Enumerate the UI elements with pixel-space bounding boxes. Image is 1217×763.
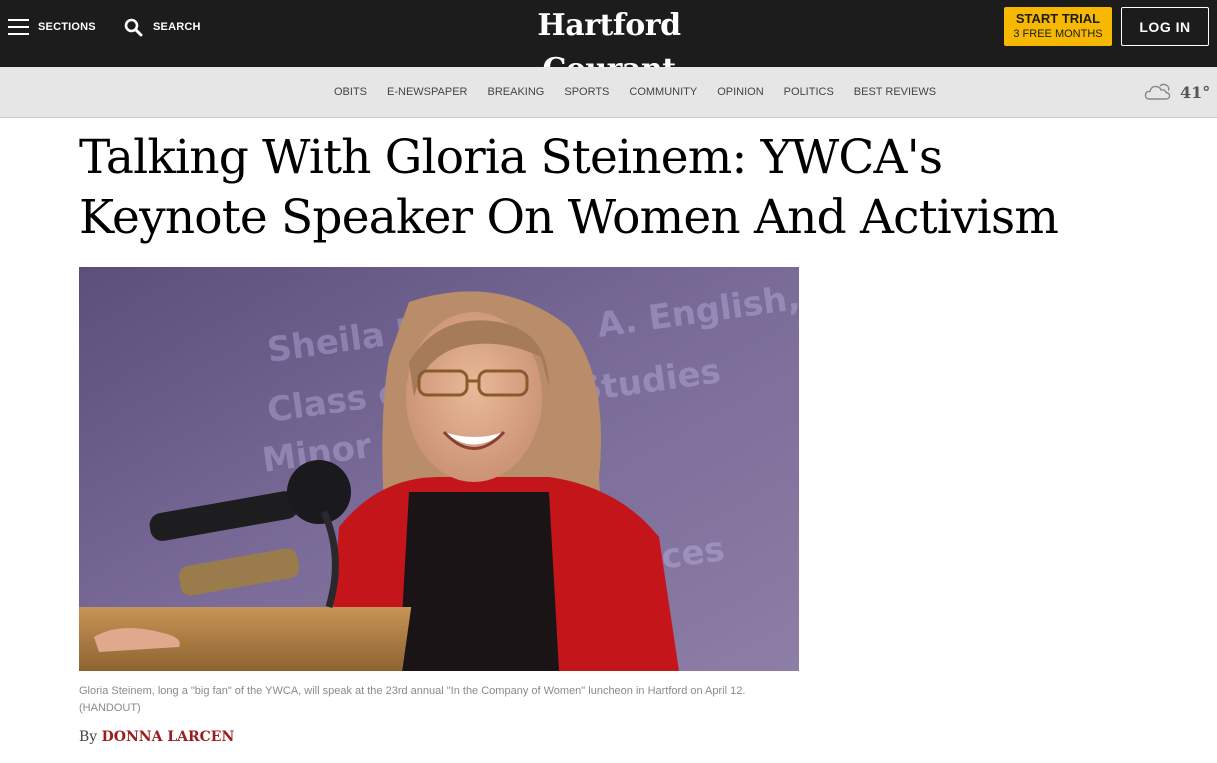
nav-item-breaking[interactable]: BREAKING (478, 86, 555, 98)
nav-item-obits[interactable]: OBITS (324, 86, 377, 98)
nav-item-opinion[interactable]: OPINION (707, 86, 773, 98)
weather-widget[interactable]: 41° (1144, 79, 1210, 105)
section-nav-bar: OBITS E-NEWSPAPER BREAKING SPORTS COMMUN… (0, 67, 1217, 118)
search-icon (124, 18, 143, 36)
nav-item-sports[interactable]: SPORTS (554, 86, 619, 98)
byline-prefix: By (79, 729, 98, 745)
section-nav-list: OBITS E-NEWSPAPER BREAKING SPORTS COMMUN… (324, 67, 946, 117)
hartford-courant-logo[interactable]: Hartford Courant (470, 4, 748, 87)
author-link[interactable]: DONNA LARCEN (102, 729, 235, 745)
nav-item-best-reviews[interactable]: BEST REVIEWS (844, 86, 946, 98)
start-trial-button[interactable]: START TRIAL 3 FREE MONTHS (1004, 7, 1112, 46)
nav-item-politics[interactable]: POLITICS (774, 86, 844, 98)
article-byline: By DONNA LARCEN (79, 729, 234, 745)
free-months-label: 3 FREE MONTHS (1013, 28, 1103, 40)
cloud-icon (1144, 83, 1171, 100)
article-headline: Talking With Gloria Steinem: YWCA's Keyn… (79, 130, 1059, 245)
temperature-readout: 41° (1180, 82, 1211, 102)
sections-button[interactable]: SECTIONS (8, 16, 96, 38)
login-button[interactable]: LOG IN (1121, 7, 1209, 46)
search-button[interactable]: SEARCH (124, 16, 201, 38)
nav-item-community[interactable]: COMMUNITY (619, 86, 707, 98)
start-trial-label: START TRIAL (1015, 11, 1101, 26)
photo-caption: Gloria Steinem, long a "big fan" of the … (79, 685, 746, 714)
hamburger-menu-icon (8, 19, 29, 35)
top-header: SECTIONS SEARCH Hartford Courant START T… (0, 0, 1217, 87)
speaker-photo-image: Sheila J A. English, Class o Studies Min… (79, 267, 799, 671)
sections-label: SECTIONS (38, 21, 96, 33)
nav-item-e-newspaper[interactable]: E-NEWSPAPER (377, 86, 477, 98)
search-label: SEARCH (153, 21, 201, 33)
article-photo[interactable]: Sheila J A. English, Class o Studies Min… (79, 267, 799, 671)
